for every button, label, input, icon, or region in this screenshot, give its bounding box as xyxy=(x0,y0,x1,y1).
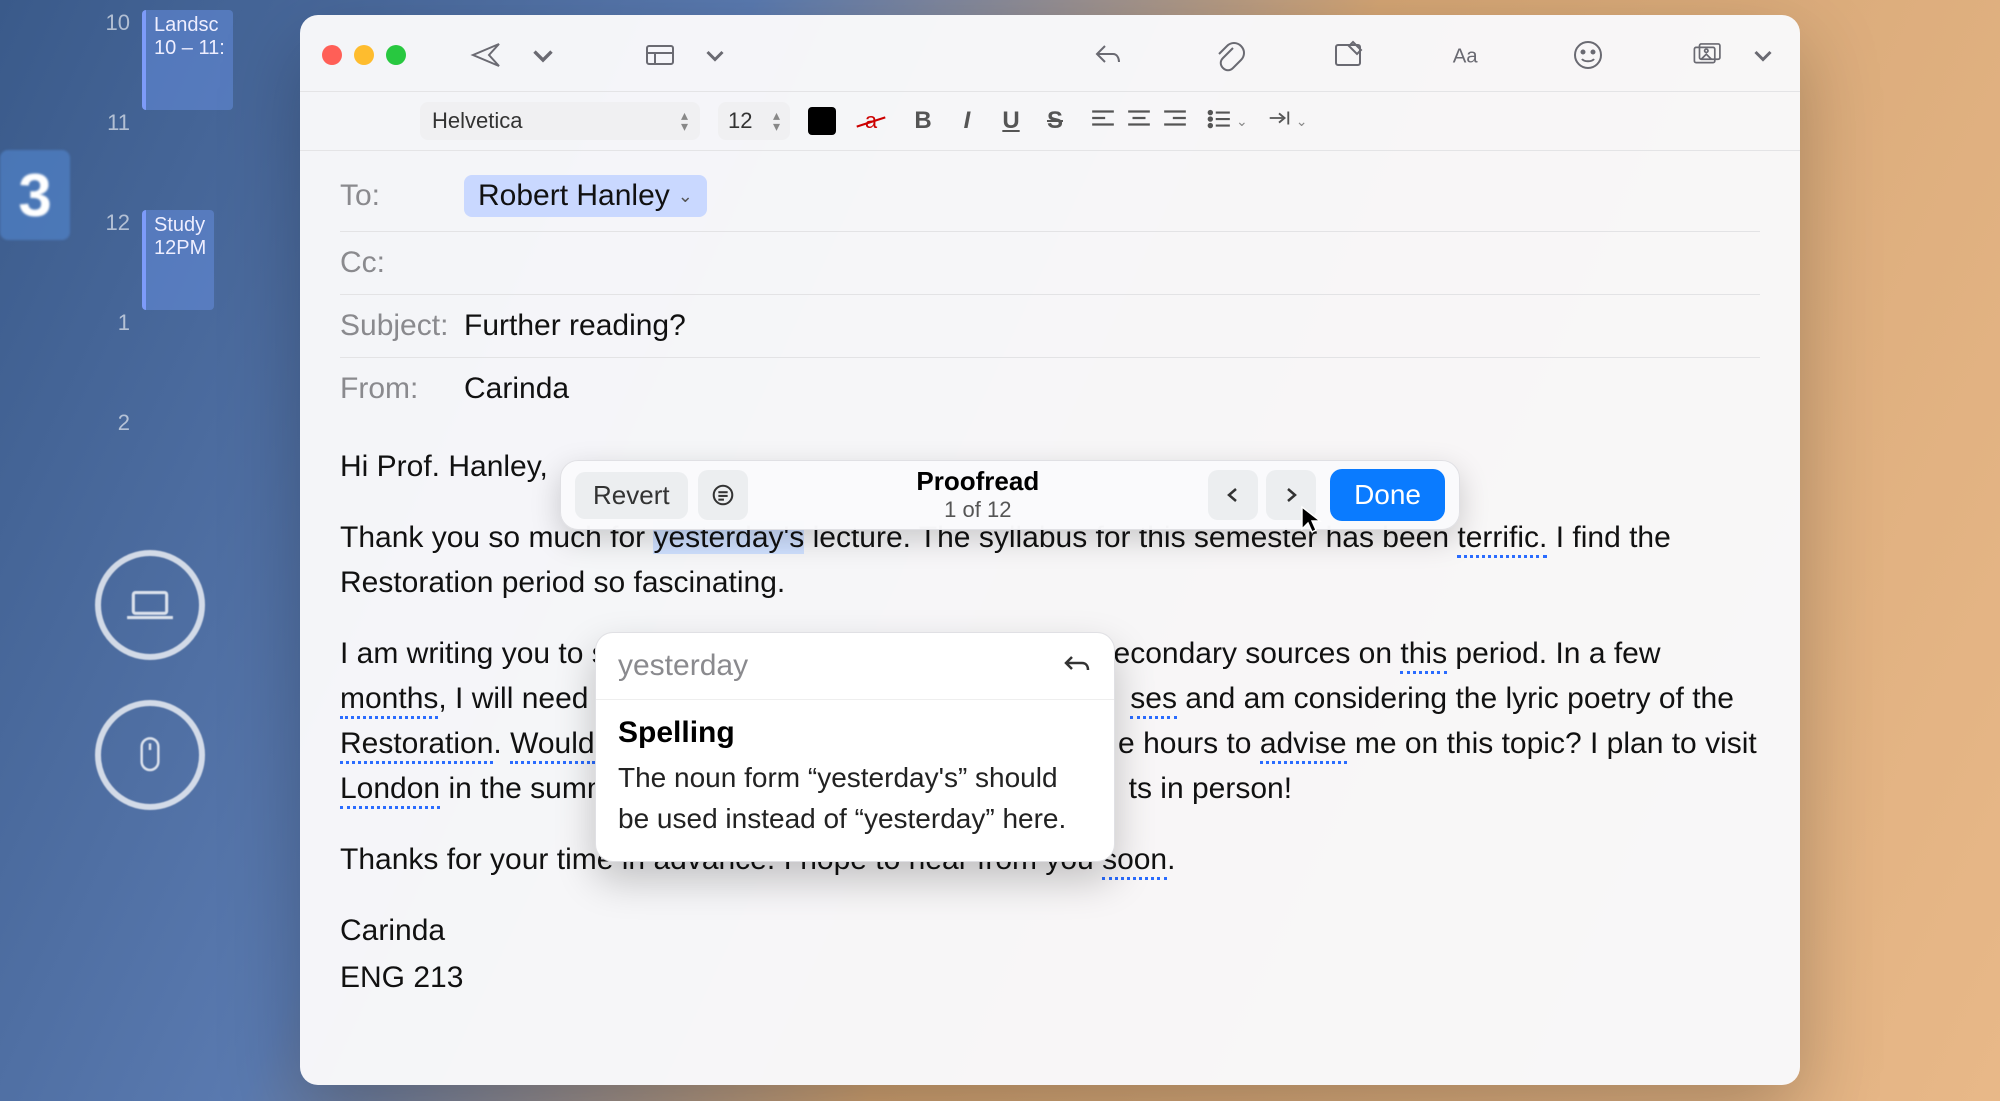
cal-event-title: Study xyxy=(154,214,206,237)
previous-issue-button[interactable] xyxy=(1208,470,1258,520)
cal-event-sub: 10 – 11: xyxy=(154,37,225,60)
proofread-underline[interactable]: months xyxy=(340,682,438,719)
send-button[interactable] xyxy=(456,33,516,77)
mouse-cursor-icon xyxy=(1300,505,1324,535)
indent-button[interactable] xyxy=(1266,107,1292,135)
signature-line: ENG 213 xyxy=(340,955,1760,1000)
proofread-underline[interactable]: Would xyxy=(510,727,595,764)
header-fields: To: Robert Hanley ⌄ Cc: Subject: Further… xyxy=(300,151,1800,420)
stepper-icon: ▴▾ xyxy=(681,110,688,132)
cal-hour: 12 xyxy=(90,210,130,310)
proofread-underline[interactable]: terrific. xyxy=(1457,521,1547,558)
photo-browser-dropdown[interactable] xyxy=(1748,33,1778,77)
subject-field-row[interactable]: Subject: Further reading? xyxy=(340,295,1760,358)
cc-field-row[interactable]: Cc: xyxy=(340,232,1760,295)
align-center-button[interactable] xyxy=(1126,107,1152,135)
stepper-icon: ▴▾ xyxy=(773,110,780,132)
done-button[interactable]: Done xyxy=(1330,469,1445,521)
undo-suggestion-button[interactable] xyxy=(1062,651,1092,682)
font-family-select[interactable]: Helvetica ▴▾ xyxy=(420,102,700,140)
font-size-select[interactable]: 12 ▴▾ xyxy=(718,102,790,140)
list-changes-button[interactable] xyxy=(698,470,748,520)
chevron-down-icon[interactable]: ⌄ xyxy=(1296,113,1308,130)
proofread-title: Proofread xyxy=(748,467,1208,497)
dock-mouse-icon xyxy=(95,700,205,810)
proofread-counter: 1 of 12 xyxy=(748,497,1208,522)
strikethrough-button[interactable]: S xyxy=(1038,107,1072,135)
dock-laptop-icon xyxy=(95,550,205,660)
revert-button[interactable]: Revert xyxy=(575,472,688,519)
format-button[interactable]: Aa xyxy=(1438,33,1498,77)
proofread-underline[interactable]: London xyxy=(340,772,440,809)
recipient-token[interactable]: Robert Hanley ⌄ xyxy=(464,175,707,217)
suggestion-word: yesterday xyxy=(618,649,748,683)
cal-event-title: Landsc xyxy=(154,14,225,37)
send-dropdown[interactable] xyxy=(526,33,560,77)
cal-event: Landsc 10 – 11: xyxy=(142,10,233,110)
font-size-value: 12 xyxy=(728,108,752,134)
cal-event: Study 12PM xyxy=(142,210,214,310)
suggestion-explanation: The noun form “yesterday's” should be us… xyxy=(618,758,1092,839)
header-fields-dropdown[interactable] xyxy=(700,33,730,77)
from-field-row[interactable]: From: Carinda xyxy=(340,358,1760,420)
from-value: Carinda xyxy=(464,372,569,406)
cal-event-sub: 12PM xyxy=(154,237,206,260)
underline-button[interactable]: U xyxy=(994,107,1028,135)
fullscreen-window-button[interactable] xyxy=(386,45,406,65)
italic-button[interactable]: I xyxy=(950,107,984,135)
background-calendar: 10 Landsc 10 – 11: 11 12 Study 12PM 1 2 xyxy=(90,10,290,610)
list-button[interactable] xyxy=(1206,107,1232,135)
to-field-row[interactable]: To: Robert Hanley ⌄ xyxy=(340,161,1760,232)
font-family-value: Helvetica xyxy=(432,108,522,134)
svg-text:Aa: Aa xyxy=(1453,46,1479,68)
signature-name: Carinda xyxy=(340,908,1760,953)
from-label: From: xyxy=(340,372,450,406)
recipient-name: Robert Hanley xyxy=(478,179,670,213)
chevron-down-icon[interactable]: ⌄ xyxy=(1236,113,1248,130)
window-titlebar: Aa xyxy=(300,15,1800,91)
close-window-button[interactable] xyxy=(322,45,342,65)
attach-button[interactable] xyxy=(1198,33,1258,77)
proofread-underline[interactable]: this xyxy=(1400,637,1447,674)
proofread-underline[interactable]: ses xyxy=(1130,682,1177,719)
align-left-button[interactable] xyxy=(1090,107,1116,135)
text-color-button[interactable] xyxy=(808,107,836,135)
to-label: To: xyxy=(340,179,450,213)
markup-button[interactable] xyxy=(1318,33,1378,77)
proofread-underline[interactable]: Restoration xyxy=(340,727,493,764)
reply-icon[interactable] xyxy=(1078,33,1138,77)
background-dock xyxy=(95,550,205,810)
bold-button[interactable]: B xyxy=(906,107,940,135)
subject-label: Subject: xyxy=(340,309,450,343)
photo-browser-button[interactable] xyxy=(1678,33,1738,77)
proofread-toolbar: Revert Proofread 1 of 12 Done xyxy=(560,460,1460,530)
align-right-button[interactable] xyxy=(1162,107,1188,135)
cc-label: Cc: xyxy=(340,246,450,280)
minimize-window-button[interactable] xyxy=(354,45,374,65)
subject-value: Further reading? xyxy=(464,309,686,343)
traffic-lights xyxy=(322,45,406,65)
background-color-button[interactable]: a xyxy=(854,107,888,135)
calendar-date-widget: 3 xyxy=(0,150,70,240)
format-bar: Helvetica ▴▾ 12 ▴▾ a B I U S ⌄ ⌄ xyxy=(300,92,1800,150)
header-fields-toggle[interactable] xyxy=(630,33,690,77)
cal-hour: 2 xyxy=(90,410,130,510)
mail-compose-window: Aa Helvetica ▴▾ 12 ▴▾ a B I U S xyxy=(300,15,1800,1085)
cal-hour: 11 xyxy=(90,110,130,210)
cal-hour: 1 xyxy=(90,310,130,410)
proofread-underline[interactable]: advise xyxy=(1260,727,1347,764)
emoji-button[interactable] xyxy=(1558,33,1618,77)
chevron-down-icon[interactable]: ⌄ xyxy=(678,186,693,207)
cal-hour: 10 xyxy=(90,10,130,110)
proofread-status: Proofread 1 of 12 xyxy=(748,467,1208,522)
suggestion-category: Spelling xyxy=(618,716,1092,750)
proofread-popover: yesterday Spelling The noun form “yester… xyxy=(595,632,1115,862)
